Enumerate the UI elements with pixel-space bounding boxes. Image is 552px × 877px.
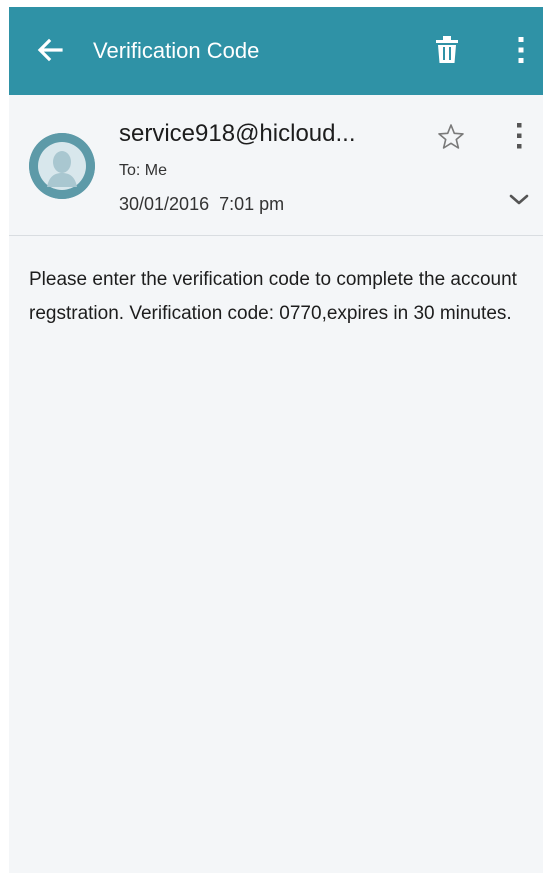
message-body: Please enter the verification code to co… [29,269,517,324]
back-arrow-icon[interactable] [35,35,65,65]
star-outline-icon[interactable] [437,123,465,151]
more-options-icon[interactable] [509,35,533,65]
message-more-options-icon[interactable] [507,121,531,151]
delete-trash-icon[interactable] [435,35,459,65]
app-bar: Verification Code [9,7,543,95]
recipient-label: To: Me [119,162,168,179]
message-date: 30/01/2016 7:01 pm [119,194,285,214]
sender-address: service918@hicloud... [119,120,356,147]
email-detail-screen: Verification Code service918@hicloud... … [9,7,543,873]
chevron-down-icon[interactable] [507,191,531,209]
person-avatar-icon[interactable] [29,133,95,199]
message-header: service918@hicloud... To: Me 30/01/2016 … [9,95,543,236]
page-title: Verification Code [93,38,260,63]
